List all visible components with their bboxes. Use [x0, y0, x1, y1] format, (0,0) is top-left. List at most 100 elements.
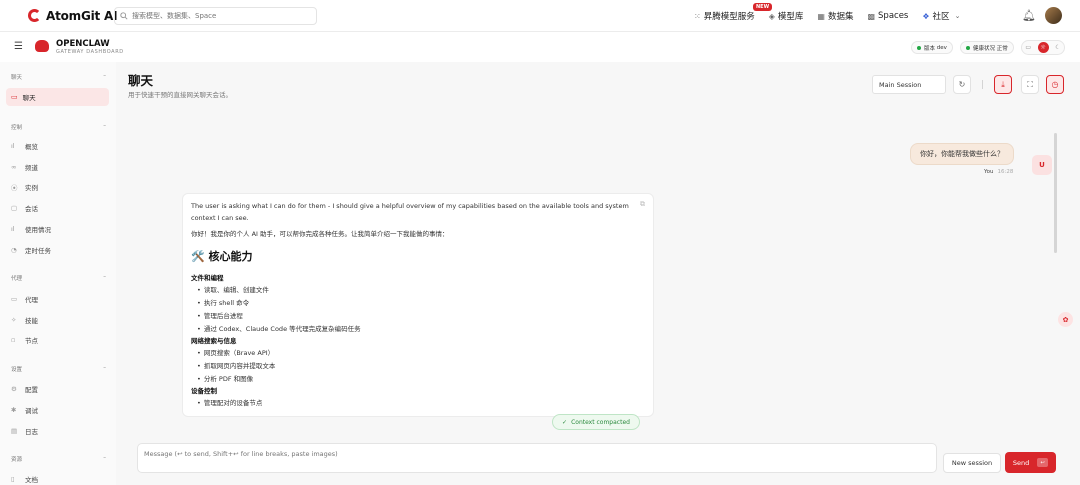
send-button[interactable]: Send ↩ — [1005, 452, 1056, 473]
sidebar-item-nodes[interactable]: ▫ 节点 — [11, 335, 38, 345]
floating-assistant-icon[interactable]: ✿ — [1058, 312, 1073, 327]
database-icon: ▦ — [817, 11, 825, 21]
sidebar-item-config[interactable]: ⚙ 配置 — [11, 384, 38, 394]
sidebar-item-label: 代理 — [25, 296, 38, 304]
nav-spaces[interactable]: ▩ Spaces — [867, 11, 908, 21]
sidebar-item-sessions[interactable]: ▢ 会话 — [11, 203, 38, 213]
copy-icon[interactable]: ⧉ — [640, 200, 645, 209]
sidebar-item-usage[interactable]: ıl 使用情况 — [11, 224, 51, 234]
nav-datasets[interactable]: ▦ 数据集 — [817, 10, 853, 23]
sidebar-item-label: 定时任务 — [25, 247, 51, 255]
monitor-icon[interactable]: ▭ — [1025, 44, 1031, 51]
sidebar-section-resources[interactable]: 资源 – — [11, 455, 106, 463]
moon-icon[interactable]: ☾ — [1055, 44, 1060, 51]
health-pill: 健康状况 正常 — [960, 41, 1014, 54]
sidebar-item-debug[interactable]: ✱ 调试 — [11, 405, 38, 415]
clock-icon: ◷ — [1051, 80, 1059, 89]
atomgit-logo-icon — [28, 9, 41, 22]
chevron-icon: – — [103, 365, 106, 371]
user-message-avatar: U — [1032, 155, 1052, 175]
sidebar-item-instances[interactable]: ⦿ 实例 — [11, 182, 38, 192]
toolbar-divider — [982, 80, 983, 89]
nav-ascend-model-service[interactable]: ⁙ 昇腾模型服务 NEW — [694, 3, 773, 22]
sidebar-item-label: 文档 — [25, 476, 38, 484]
nav-label: 社区 — [932, 12, 950, 22]
nav-label: 模型库 — [777, 12, 804, 22]
top-search-box[interactable] — [114, 7, 317, 25]
message-input[interactable] — [144, 450, 930, 468]
folder-icon: ▭ — [11, 295, 18, 303]
page-title: 聊天 — [128, 73, 154, 88]
brand[interactable]: AtomGit AI — [28, 9, 118, 23]
sidebar-item-scheduled-tasks[interactable]: ◔ 定时任务 — [11, 245, 51, 255]
broadcast-icon: ⦿ — [11, 184, 18, 192]
chat-thread[interactable]: 你好，你能帮我做些什么？ U You 16:28 ⧉ The user is as… — [128, 127, 1058, 417]
page-subtitle: 用于快速干预的直接网关聊天会话。 — [128, 91, 232, 99]
section-title: 控制 — [11, 125, 23, 131]
sidebar-item-skills[interactable]: ✧ 技能 — [11, 315, 38, 325]
sidebar-section-agents[interactable]: 代理 – — [11, 274, 106, 282]
user-name: You — [984, 169, 994, 175]
sidebar-item-label: 调试 — [25, 407, 38, 415]
sidebar-item-docs[interactable]: ▯ 文档 — [11, 474, 38, 484]
openclaw-logo-icon — [35, 40, 49, 52]
message-composer[interactable] — [137, 443, 937, 473]
chevron-icon: – — [103, 274, 106, 280]
chat-scrollbar[interactable] — [1054, 133, 1057, 253]
session-select[interactable]: Main Session — [872, 75, 946, 94]
sidebar-section-chat[interactable]: 聊天 – — [11, 73, 106, 81]
bell-icon[interactable]: 🔔︎ — [1022, 9, 1036, 22]
refresh-button[interactable]: ↻ — [953, 75, 971, 94]
history-button[interactable]: ◷ — [1046, 75, 1064, 94]
section-title: 聊天 — [11, 75, 23, 81]
download-button[interactable]: ⤓ — [994, 75, 1012, 94]
version-value: dev — [936, 44, 947, 51]
nav-community[interactable]: ❖ 社区 ⌄ — [922, 10, 960, 23]
sidebar-item-label: 概览 — [25, 143, 38, 151]
focus-button[interactable]: ⛶ — [1021, 75, 1039, 94]
gear-icon: ⚙ — [11, 385, 17, 393]
sidebar-item-channels[interactable]: ∞ 频道 — [11, 162, 38, 172]
list-item: 通过 Codex、Claude Code 等代理完成复杂编码任务 — [191, 323, 645, 336]
enter-key-icon: ↩ — [1037, 458, 1049, 467]
refresh-icon: ↻ — [958, 80, 966, 89]
top-search-input[interactable] — [132, 12, 312, 20]
version-label: 版本 — [924, 45, 936, 52]
sidebar-item-agents[interactable]: ▭ 代理 — [11, 294, 38, 304]
new-session-button[interactable]: New session — [943, 453, 1001, 473]
user-message-meta: You 16:28 — [984, 169, 1013, 175]
sun-icon[interactable]: ☼ — [1037, 42, 1049, 53]
focus-icon: ⛶ — [1027, 79, 1033, 89]
sparkle-icon: ✧ — [11, 316, 17, 324]
version-pill: 版本 dev — [911, 41, 953, 54]
user-avatar[interactable] — [1045, 7, 1062, 24]
nav-label: Spaces — [878, 11, 909, 21]
section-title: 资源 — [11, 457, 23, 463]
context-status-text: Context compacted — [571, 418, 630, 426]
sidebar-item-label: 使用情况 — [25, 226, 51, 234]
nav-label: 昇腾模型服务 — [703, 12, 755, 22]
dashboard-header: ☰ OPENCLAW GATEWAY DASHBOARD 版本 dev 健康状况… — [0, 32, 1080, 62]
sidebar-section-control[interactable]: 控制 – — [11, 123, 106, 131]
top-navbar: AtomGit AI ⁙ 昇腾模型服务 NEW ◈ 模型库 ▦ 数据集 ▩ Sp… — [0, 0, 1080, 32]
clock-icon: ◔ — [11, 246, 17, 254]
top-nav: ⁙ 昇腾模型服务 NEW ◈ 模型库 ▦ 数据集 ▩ Spaces ❖ 社区 ⌄ — [694, 0, 974, 32]
bar-chart-icon: ıl — [11, 225, 15, 233]
send-label: Send — [1012, 458, 1030, 467]
sidebar-item-label: 技能 — [25, 317, 38, 325]
theme-toggle[interactable]: ▭ ☼ ☾ — [1021, 40, 1065, 55]
sidebar-item-chat[interactable]: ▭ 聊天 — [6, 88, 109, 106]
document-icon: ▢ — [11, 204, 18, 212]
assistant-message: ⧉ The user is asking what I can do for t… — [182, 193, 654, 417]
sidebar-item-overview[interactable]: ıl 概览 — [11, 141, 38, 151]
sidebar-item-logs[interactable]: ▤ 日志 — [11, 426, 38, 436]
nav-model-library[interactable]: ◈ 模型库 — [769, 10, 804, 23]
bug-icon: ✱ — [11, 406, 17, 414]
chat-icon: ▭ — [11, 93, 18, 101]
section-title: 设置 — [11, 367, 23, 373]
menu-icon[interactable]: ☰ — [14, 41, 23, 52]
list-item: 执行 shell 命令 — [191, 297, 645, 310]
sidebar-section-settings[interactable]: 设置 – — [11, 365, 106, 373]
sidebar-item-label: 日志 — [25, 428, 38, 436]
list-item: 分析 PDF 和图像 — [191, 373, 645, 386]
